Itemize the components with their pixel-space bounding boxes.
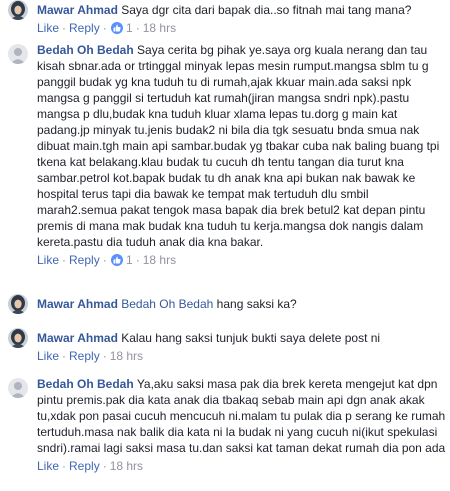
comment-text: Saya cerita bg pihak ye.saya org kuala n… (37, 43, 440, 249)
comment: Bedah Oh Bedah Saya cerita bg pihak ye.s… (0, 42, 450, 286)
like-link[interactable]: Like (37, 349, 59, 363)
comment-author[interactable]: Mawar Ahmad (37, 331, 118, 345)
comment-author[interactable]: Bedah Oh Bedah (37, 43, 134, 57)
comment-text: Kalau hang saksi tunjuk bukti saya delet… (121, 331, 381, 345)
like-link[interactable]: Like (37, 459, 59, 473)
comment: Mawar Ahmad Bedah Oh Bedah hang saksi ka… (0, 292, 450, 322)
timestamp[interactable]: 18 hrs (110, 349, 143, 363)
reply-link[interactable]: Reply (69, 349, 100, 363)
comment: Mawar Ahmad Kalau hang saksi tunjuk bukt… (0, 328, 450, 368)
avatar[interactable] (8, 44, 28, 64)
timestamp[interactable]: 18 hrs (110, 459, 143, 473)
avatar[interactable] (8, 0, 28, 20)
avatar[interactable] (8, 294, 28, 314)
thumbs-up-icon[interactable] (110, 254, 123, 266)
comment-text: Saya dgr cita dari bapak dia..so fitnah … (121, 3, 412, 17)
thumbs-up-icon[interactable] (110, 22, 123, 34)
comment-author[interactable]: Mawar Ahmad (37, 3, 118, 17)
comment: Bedah Oh Bedah Ya,aku saksi masa pak dia… (0, 376, 450, 491)
like-link[interactable]: Like (37, 253, 59, 267)
avatar[interactable] (8, 328, 28, 348)
like-count[interactable]: 1 (126, 253, 133, 267)
timestamp[interactable]: 18 hrs (143, 21, 176, 35)
timestamp[interactable]: 18 hrs (143, 253, 176, 267)
comment-text: hang saksi ka? (216, 297, 297, 311)
avatar[interactable] (8, 378, 28, 398)
reply-link[interactable]: Reply (69, 21, 100, 35)
reply-link[interactable]: Reply (69, 459, 100, 473)
reply-link[interactable]: Reply (69, 253, 100, 267)
comment-author[interactable]: Mawar Ahmad (37, 297, 118, 311)
like-count[interactable]: 1 (126, 21, 133, 35)
comment-author[interactable]: Bedah Oh Bedah (37, 377, 134, 391)
like-link[interactable]: Like (37, 21, 59, 35)
comment: Mawar Ahmad Saya dgr cita dari bapak dia… (0, 0, 450, 40)
mention-link[interactable]: Bedah Oh Bedah (121, 297, 213, 311)
